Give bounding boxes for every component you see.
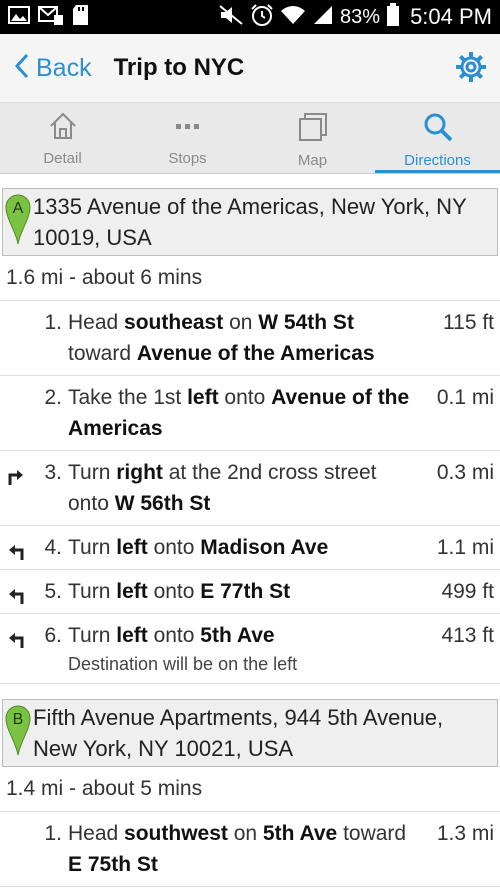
step-number: 2. <box>44 386 62 409</box>
signal-icon <box>312 4 334 31</box>
tab-detail[interactable]: Detail <box>0 103 125 173</box>
map-pin-icon: A <box>5 193 31 250</box>
tab-bar: Detail Stops Map Directions <box>0 103 500 174</box>
direction-step[interactable]: 3. Turn right at the 2nd cross street on… <box>0 451 500 526</box>
waypoint-a[interactable]: A 1335 Avenue of the Americas, New York,… <box>2 188 498 256</box>
tab-detail-label: Detail <box>43 150 82 167</box>
alarm-icon <box>250 3 274 32</box>
tab-stops-label: Stops <box>168 150 207 167</box>
back-button[interactable]: Back <box>14 53 92 84</box>
step-number: 6. <box>44 624 62 647</box>
chevron-left-icon <box>14 53 30 84</box>
leg-summary: 1.4 mi - about 5 mins <box>0 767 500 812</box>
app-bar: Back Trip to NYC <box>0 34 500 103</box>
step-number: 1. <box>44 822 62 845</box>
step-distance: 1.1 mi <box>436 536 494 559</box>
direction-step[interactable]: 5. Turn left onto E 77th St 499 ft <box>0 570 500 614</box>
step-instruction: Head southeast on W 54th St toward Avenu… <box>68 311 375 365</box>
page-title: Trip to NYC <box>113 54 245 81</box>
step-distance: 0.3 mi <box>436 461 494 484</box>
step-instruction: Turn left onto 5th Ave Destination will … <box>68 620 420 677</box>
turn-right-icon <box>8 470 23 485</box>
waypoint-address: 1335 Avenue of the Americas, New York, N… <box>33 194 467 250</box>
step-number: 1. <box>44 311 62 334</box>
step-note: Destination will be on the left <box>68 654 298 674</box>
step-distance: 115 ft <box>443 311 494 334</box>
turn-left-icon <box>9 589 24 604</box>
step-number: 5. <box>44 580 62 603</box>
settings-button[interactable] <box>454 50 488 89</box>
tab-directions[interactable]: Directions <box>375 103 500 173</box>
direction-step[interactable]: 6. Turn left onto 5th Ave Destination wi… <box>0 614 500 684</box>
step-instruction: Head southwest on 5th Ave toward E 75th … <box>68 822 407 876</box>
tab-map-label: Map <box>297 152 328 169</box>
home-icon <box>48 111 78 146</box>
waypoint-b[interactable]: B Fifth Avenue Apartments, 944 5th Avenu… <box>2 699 498 767</box>
tab-stops[interactable]: Stops <box>125 103 250 173</box>
missed-call-email-icon <box>38 4 64 31</box>
waypoint-address: Fifth Avenue Apartments, 944 5th Avenue,… <box>33 705 444 761</box>
leg-summary: 1.6 mi - about 6 mins <box>0 256 500 301</box>
more-icon <box>173 111 203 146</box>
step-distance: 0.1 mi <box>436 386 494 409</box>
step-instruction: Turn left onto Madison Ave <box>68 536 329 559</box>
battery-icon <box>386 2 400 32</box>
tab-directions-label: Directions <box>404 152 471 169</box>
direction-step[interactable]: 1. Head southeast on W 54th St toward Av… <box>0 301 500 376</box>
step-distance: 1.3 mi <box>436 822 494 845</box>
status-bar: 83% 5:04 PM <box>0 0 500 34</box>
directions-list[interactable]: A 1335 Avenue of the Americas, New York,… <box>0 173 500 889</box>
gallery-icon <box>8 5 30 30</box>
direction-step[interactable]: 4. Turn left onto Madison Ave 1.1 mi <box>0 526 500 570</box>
direction-step[interactable]: 1. Head southwest on 5th Ave toward E 75… <box>0 812 500 887</box>
wifi-icon <box>280 4 306 31</box>
step-instruction: Take the 1st left onto Avenue of the Ame… <box>68 386 410 440</box>
tab-map[interactable]: Map <box>250 103 375 173</box>
step-number: 3. <box>44 461 62 484</box>
step-distance: 413 ft <box>441 624 494 647</box>
step-number: 4. <box>44 536 62 559</box>
pin-label-b: B <box>13 711 24 728</box>
gear-icon <box>454 52 488 88</box>
map-pin-icon: B <box>5 704 31 761</box>
sd-card-icon <box>72 4 92 31</box>
step-instruction: Turn right at the 2nd cross street onto … <box>68 461 377 515</box>
clock: 5:04 PM <box>410 4 492 29</box>
pin-label-a: A <box>13 200 24 217</box>
search-icon <box>422 111 454 148</box>
battery-percent: 83% <box>340 5 381 28</box>
mute-icon <box>218 4 244 31</box>
turn-left-icon <box>9 545 24 560</box>
map-icon <box>297 111 329 148</box>
step-distance: 499 ft <box>441 580 494 603</box>
step-instruction: Turn left onto E 77th St <box>68 580 291 603</box>
direction-step[interactable]: 2. Take the 1st left onto Avenue of the … <box>0 376 500 451</box>
turn-left-icon <box>9 633 24 648</box>
back-label: Back <box>36 53 92 82</box>
